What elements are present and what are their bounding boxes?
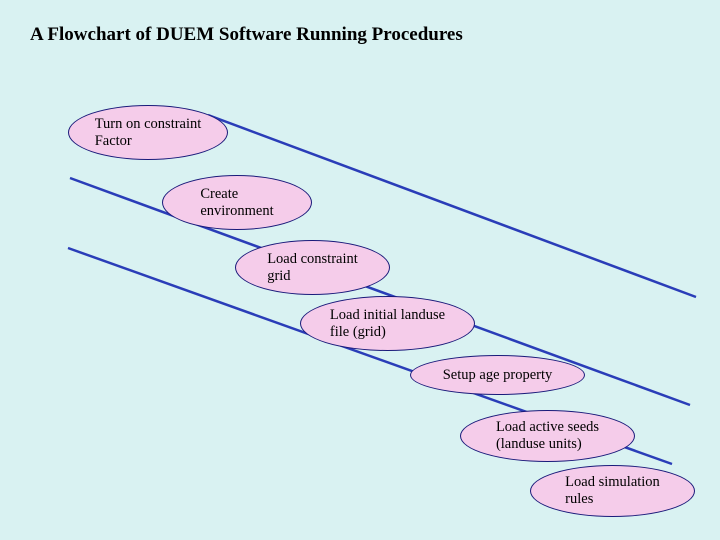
step-setup-age-property: Setup age property [410, 355, 585, 395]
page-title: A Flowchart of DUEM Software Running Pro… [30, 24, 463, 46]
step-label: Load constraint grid [267, 251, 358, 284]
step-create-environment: Create environment [162, 175, 312, 230]
step-label: Turn on constraint Factor [95, 116, 202, 149]
step-label: Load simulation rules [565, 474, 660, 507]
step-label: Load initial landuse file (grid) [330, 307, 445, 340]
step-turn-on-constraint: Turn on constraint Factor [68, 105, 228, 160]
step-label: Create environment [200, 186, 273, 219]
flowchart-canvas: A Flowchart of DUEM Software Running Pro… [0, 0, 720, 540]
step-label: Setup age property [443, 367, 553, 384]
step-label: Load active seeds (landuse units) [496, 419, 599, 452]
step-load-constraint-grid: Load constraint grid [235, 240, 390, 295]
step-load-simulation-rules: Load simulation rules [530, 465, 695, 517]
step-load-initial-landuse: Load initial landuse file (grid) [300, 296, 475, 351]
step-load-active-seeds: Load active seeds (landuse units) [460, 410, 635, 462]
